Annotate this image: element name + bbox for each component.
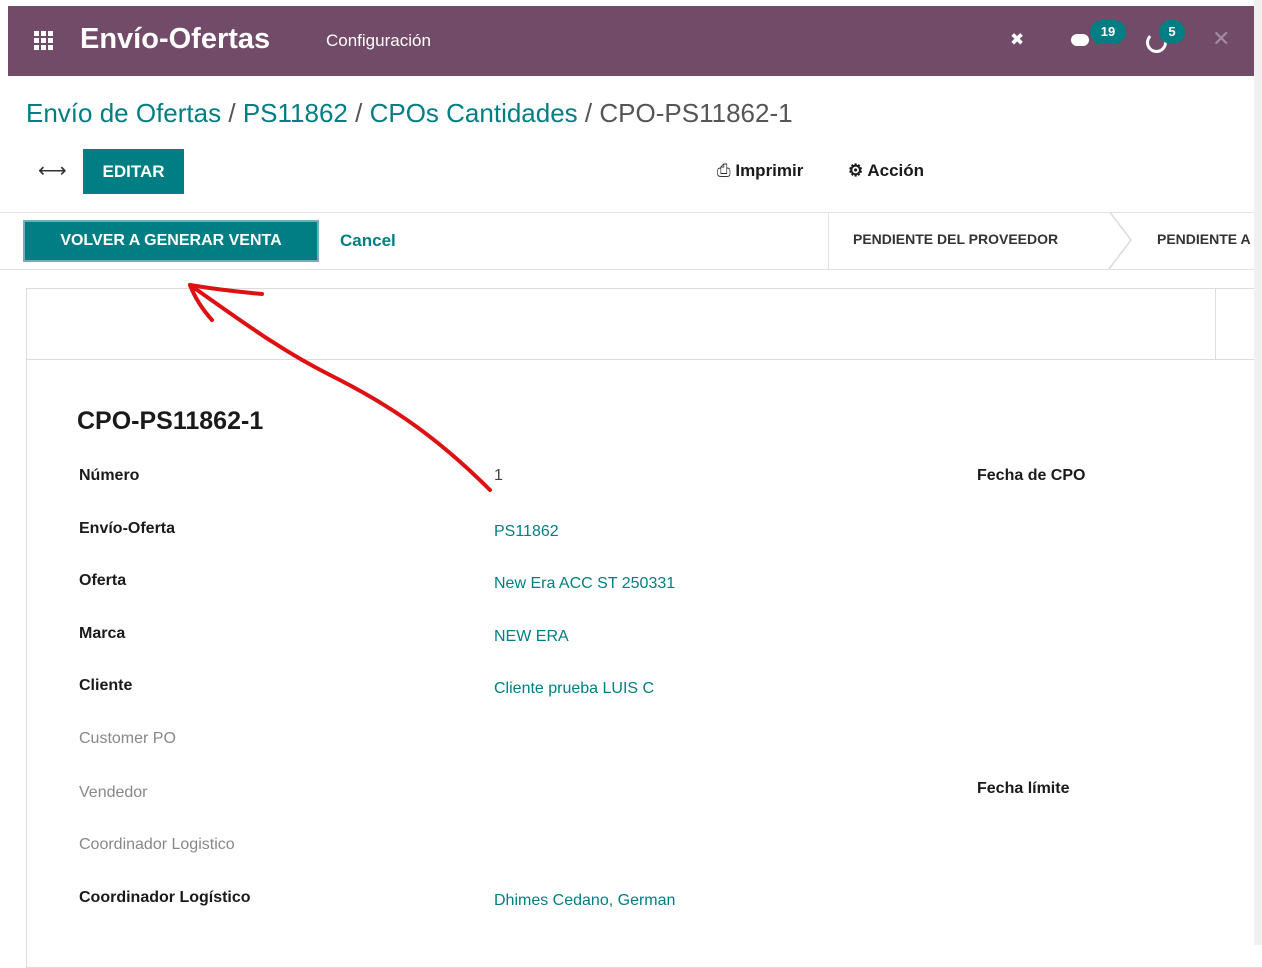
record-title: CPO-PS11862-1 — [77, 407, 264, 435]
breadcrumb-separator: / — [228, 98, 236, 128]
label-fecha-limite: Fecha límite — [977, 780, 1070, 797]
breadcrumb-cpos-cantidades[interactable]: CPOs Cantidades — [370, 98, 578, 128]
divider — [1215, 289, 1216, 359]
label-coordinador-logistico: Coordinador Logístico — [79, 889, 251, 906]
breadcrumb-envio-de-ofertas[interactable]: Envío de Ofertas — [26, 98, 221, 128]
label-vendedor: Vendedor — [79, 784, 148, 801]
stage-chevron-icon — [1108, 213, 1132, 269]
app-title[interactable]: Envío-Ofertas — [80, 23, 270, 56]
breadcrumb-separator: / — [355, 98, 363, 128]
value-marca[interactable]: NEW ERA — [494, 628, 569, 646]
expand-toggle-icon[interactable]: ⟷ — [38, 158, 67, 183]
value-numero: 1 — [494, 467, 503, 484]
activities-badge[interactable]: 5 — [1159, 20, 1185, 44]
edit-button[interactable]: EDITAR — [83, 149, 184, 194]
stage-pendiente-a[interactable]: PENDIENTE A — [1157, 231, 1251, 247]
label-customer-po: Customer PO — [79, 730, 176, 747]
scrollbar-track[interactable] — [1254, 0, 1262, 945]
value-cliente[interactable]: Cliente prueba LUIS C — [494, 680, 654, 698]
print-label: Imprimir — [735, 161, 804, 180]
sheet-header — [27, 289, 1262, 360]
breadcrumb: Envío de Ofertas / PS11862 / CPOs Cantid… — [26, 98, 793, 129]
regenerate-sale-button[interactable]: VOLVER A GENERAR VENTA — [23, 220, 319, 262]
label-numero: Número — [79, 467, 140, 484]
printer-icon: ⎙ — [717, 161, 731, 180]
form-sheet: CPO-PS11862-1 Número 1 Envío-Oferta PS11… — [26, 288, 1262, 968]
debug-icon[interactable]: ✖ — [1010, 30, 1024, 50]
label-cliente: Cliente — [79, 677, 133, 694]
stage-pipeline: PENDIENTE DEL PROVEEDOR PENDIENTE A — [828, 213, 1255, 269]
status-bar: VOLVER A GENERAR VENTA Cancel PENDIENTE … — [0, 212, 1254, 270]
breadcrumb-ps11862[interactable]: PS11862 — [243, 98, 348, 128]
messages-badge[interactable]: 19 — [1090, 20, 1126, 44]
messages-icon[interactable] — [1071, 34, 1089, 46]
breadcrumb-current: CPO-PS11862-1 — [599, 98, 793, 128]
value-oferta[interactable]: New Era ACC ST 250331 — [494, 575, 675, 593]
value-envio-oferta[interactable]: PS11862 — [494, 523, 559, 541]
label-marca: Marca — [79, 625, 126, 642]
label-envio-oferta: Envío-Oferta — [79, 520, 176, 537]
action-button[interactable]: ⚙ Acción — [848, 161, 924, 181]
print-button[interactable]: ⎙ Imprimir — [717, 161, 803, 181]
gear-icon: ⚙ — [848, 161, 864, 180]
cancel-button[interactable]: Cancel — [340, 231, 396, 251]
value-coordinador-logistico[interactable]: Dhimes Cedano, German — [494, 892, 675, 910]
menu-configuracion[interactable]: Configuración — [326, 31, 431, 51]
label-fecha-de-cpo: Fecha de CPO — [977, 467, 1086, 484]
breadcrumb-separator: / — [584, 98, 593, 128]
top-navbar: Envío-Ofertas Configuración ✖ 19 5 ✕ — [8, 6, 1254, 76]
label-oferta: Oferta — [79, 572, 127, 589]
close-icon[interactable]: ✕ — [1212, 26, 1230, 52]
label-coordinador-logistico-empty: Coordinador Logistico — [79, 836, 235, 853]
stage-pendiente-proveedor[interactable]: PENDIENTE DEL PROVEEDOR — [853, 231, 1058, 247]
action-label: Acción — [867, 161, 925, 180]
app-menu-icon[interactable] — [34, 31, 53, 50]
